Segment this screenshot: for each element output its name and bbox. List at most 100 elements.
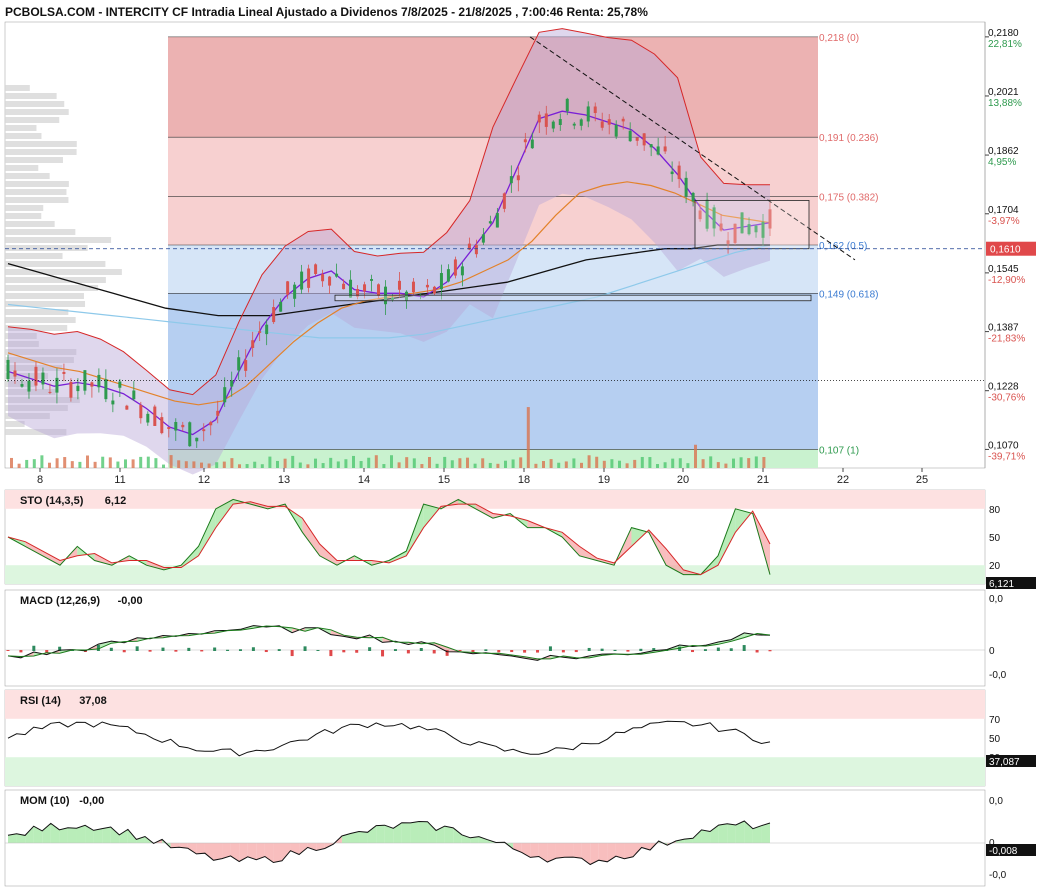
volume-bar: [686, 463, 690, 468]
volume-profile-bar: [5, 133, 42, 139]
chart-title: PCBOLSA.COM - INTERCITY CF Intradia Line…: [5, 5, 648, 19]
volume-profile-bar: [5, 293, 84, 299]
panel-value: -0,00: [118, 595, 143, 607]
volume-bar: [268, 456, 272, 468]
macd-histogram-bar: [355, 650, 359, 653]
candle-body: [237, 357, 241, 371]
volume-bar: [48, 462, 51, 468]
macd-histogram-bar: [755, 650, 759, 653]
level-label: 20: [989, 561, 1001, 572]
candle-body: [41, 372, 45, 385]
candle-body: [377, 284, 381, 296]
value-box-label: -0,008: [989, 846, 1018, 857]
volume-bar: [70, 461, 74, 468]
macd-histogram-bar: [484, 649, 488, 651]
candle-body: [460, 266, 464, 276]
candle-body: [551, 121, 555, 129]
candle-body: [558, 119, 562, 125]
fib-label: 0,218 (0): [819, 33, 859, 44]
y-tick-label: 0,1545: [988, 264, 1019, 275]
volume-bar: [519, 457, 523, 468]
volume-bar: [648, 457, 652, 468]
volume-profile-bar: [5, 101, 65, 107]
candle-body: [223, 387, 227, 403]
macd-histogram-bar: [251, 647, 255, 651]
macd-histogram-bar: [639, 648, 643, 651]
x-tick-label: 14: [358, 474, 370, 486]
fib-label: 0,175 (0.382): [819, 193, 879, 204]
x-tick-label: 19: [598, 474, 610, 486]
candle-body: [139, 405, 143, 419]
candle-body: [188, 422, 192, 447]
range-box: [694, 199, 810, 250]
volume-bar: [169, 455, 173, 468]
x-tick-label: 22: [837, 474, 849, 486]
macd-histogram-bar: [122, 650, 126, 653]
fill-segment: [530, 843, 539, 858]
candle-body: [579, 119, 583, 126]
macd-histogram-bar: [548, 646, 552, 651]
candle-body: [635, 137, 639, 141]
level-label: -0,0: [989, 870, 1007, 881]
panel-label: MACD (12,26,9): [20, 595, 100, 607]
x-tick-label: 8: [37, 474, 43, 486]
macd-histogram-bar: [561, 650, 565, 653]
volume-bar: [473, 463, 477, 468]
candle-body: [251, 340, 255, 348]
volume-bar: [534, 463, 538, 468]
fib-label: 0,162 (0.5): [819, 241, 867, 252]
macd-histogram-bar: [716, 647, 720, 651]
candle-body: [76, 385, 80, 392]
macd-histogram-bar: [432, 650, 436, 654]
candle-body: [13, 370, 17, 377]
volume-profile-bar: [5, 165, 39, 171]
volume-profile-bar: [5, 229, 76, 235]
y-pct-label: 4,95%: [988, 157, 1016, 168]
candle-body: [258, 331, 262, 333]
candle-body: [6, 359, 10, 380]
y-tick-label: 0,1228: [988, 382, 1019, 393]
volume-bar: [504, 460, 507, 468]
volume-bar: [458, 458, 462, 468]
y-tick-label: 0,2180: [988, 28, 1019, 39]
range-box: [334, 294, 812, 302]
y-pct-label: 22,81%: [988, 39, 1022, 50]
candle-body: [600, 121, 604, 128]
candle-body: [530, 139, 534, 149]
candle-body: [111, 400, 115, 405]
candle-body: [286, 281, 290, 295]
macd-histogram-bar: [303, 646, 307, 651]
candle-body: [272, 307, 276, 323]
candle-body: [104, 379, 108, 400]
volume-bar: [230, 458, 234, 468]
volume-bar: [481, 458, 485, 468]
panel-value: -0,00: [79, 795, 104, 807]
volume-bar: [10, 457, 13, 468]
candle-body: [411, 281, 415, 293]
volume-profile-bar: [5, 277, 106, 283]
level-label: 50: [989, 734, 1001, 745]
candle-body: [160, 417, 164, 434]
macd-histogram-bar: [768, 650, 772, 652]
fib-zone: [168, 449, 818, 468]
volume-bar: [124, 459, 127, 468]
volume-bar: [739, 457, 743, 468]
panel-value: 37,08: [79, 695, 107, 707]
candle-body: [397, 280, 401, 290]
fill-segment: [401, 822, 411, 843]
candle-body: [244, 360, 248, 371]
volume-bar: [139, 456, 143, 468]
candle-body: [684, 177, 688, 197]
candle-body: [69, 381, 73, 398]
volume-bar: [443, 456, 447, 468]
candle-body: [691, 192, 695, 202]
candle-body: [307, 268, 311, 288]
volume-profile-bar: [5, 213, 42, 219]
candle-body: [663, 146, 667, 152]
fill-segment: [376, 825, 385, 843]
fib-zone: [168, 36, 818, 138]
macd-histogram-bar: [238, 649, 242, 651]
volume-bar: [488, 462, 492, 468]
y-tick-label: 0,1704: [988, 205, 1019, 216]
candle-body: [90, 382, 94, 387]
